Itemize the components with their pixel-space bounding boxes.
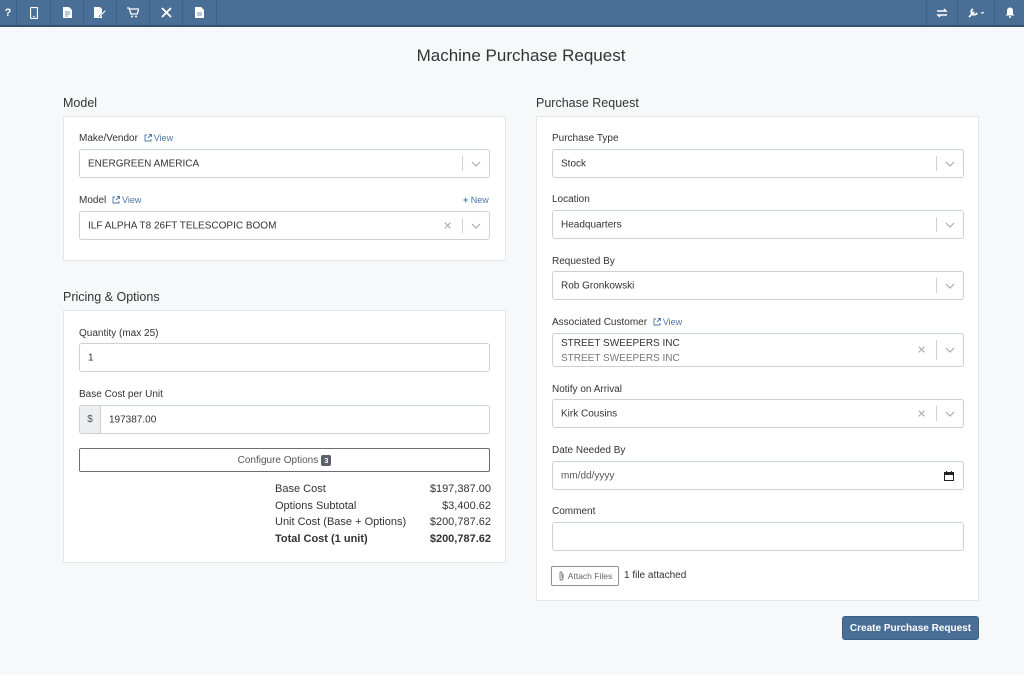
cart-icon[interactable] bbox=[117, 0, 150, 25]
bell-icon[interactable] bbox=[995, 0, 1024, 25]
model-new-text: New bbox=[470, 195, 489, 205]
paperclip-icon bbox=[559, 571, 564, 581]
chevron-down-icon[interactable] bbox=[945, 222, 955, 228]
configure-options-button[interactable]: Configure Options 3 bbox=[79, 448, 490, 472]
chevron-down-icon[interactable] bbox=[945, 347, 955, 353]
make-vendor-value: ENERGREEN AMERICA bbox=[88, 158, 200, 169]
location-select[interactable]: Headquarters bbox=[552, 210, 964, 239]
mobile-icon[interactable] bbox=[17, 0, 51, 25]
requested-by-select[interactable]: Rob Gronkowski bbox=[552, 271, 964, 300]
file-icon[interactable] bbox=[183, 0, 217, 25]
date-placeholder: mm/dd/yyyy bbox=[561, 470, 615, 481]
summary-label: Unit Cost (Base + Options) bbox=[275, 516, 407, 528]
external-link-icon bbox=[653, 318, 661, 326]
date-input[interactable]: mm/dd/yyyy bbox=[552, 461, 964, 490]
tools-icon[interactable] bbox=[150, 0, 183, 25]
notify-select[interactable]: Kirk Cousins ✕ bbox=[552, 399, 964, 428]
edit-document-icon[interactable] bbox=[84, 0, 117, 25]
customer-view-link[interactable]: View bbox=[653, 317, 682, 327]
customer-view-text: View bbox=[662, 317, 683, 327]
base-cost-label: Base Cost per Unit bbox=[79, 389, 163, 400]
base-cost-input[interactable]: $ 197387.00 bbox=[79, 405, 490, 434]
select-divider bbox=[936, 156, 937, 171]
make-vendor-view-text: View bbox=[153, 133, 174, 143]
customer-value: STREET SWEEPERS INC bbox=[561, 338, 680, 349]
location-label: Location bbox=[552, 194, 590, 205]
quantity-value: 1 bbox=[88, 352, 94, 363]
purchase-type-select[interactable]: Stock bbox=[552, 149, 964, 178]
summary-amount: $197,387.00 bbox=[429, 483, 491, 495]
model-select[interactable]: ILF ALPHA T8 26FT TELESCOPIC BOOM ✕ bbox=[79, 211, 490, 240]
summary-amount: $200,787.62 bbox=[429, 516, 491, 528]
model-value: ILF ALPHA T8 26FT TELESCOPIC BOOM bbox=[88, 220, 277, 231]
select-divider bbox=[936, 278, 937, 293]
select-divider bbox=[462, 156, 463, 171]
attach-files-label: Attach Files bbox=[567, 571, 613, 581]
document-icon[interactable] bbox=[51, 0, 84, 25]
quantity-label: Quantity (max 25) bbox=[79, 328, 159, 339]
customer-label-text: Associated Customer bbox=[552, 317, 648, 328]
purchase-type-value: Stock bbox=[561, 158, 587, 169]
summary-label: Options Subtotal bbox=[275, 500, 357, 512]
attachment-count: 1 file attached bbox=[624, 570, 687, 581]
summary-amount: $200,787.62 bbox=[429, 533, 491, 545]
make-vendor-label-text: Make/Vendor bbox=[79, 133, 138, 144]
comment-input[interactable] bbox=[552, 522, 964, 551]
chevron-down-icon[interactable] bbox=[471, 223, 481, 229]
quantity-input[interactable]: 1 bbox=[79, 343, 490, 372]
pricing-section-title: Pricing & Options bbox=[63, 290, 160, 304]
clear-icon[interactable]: ✕ bbox=[443, 219, 452, 232]
model-new-link[interactable]: + New bbox=[463, 195, 489, 205]
clear-icon[interactable]: ✕ bbox=[917, 407, 926, 420]
currency-addon: $ bbox=[80, 406, 101, 433]
base-cost-value: 197387.00 bbox=[109, 414, 157, 425]
help-glyph: ? bbox=[4, 6, 12, 19]
purchase-section-title: Purchase Request bbox=[536, 96, 639, 110]
summary-label: Total Cost (1 unit) bbox=[275, 533, 368, 545]
summary-amount: $3,400.62 bbox=[442, 500, 491, 512]
external-link-icon bbox=[144, 134, 152, 142]
model-view-link[interactable]: View bbox=[112, 195, 141, 205]
select-divider bbox=[936, 340, 937, 360]
customer-label: Associated Customer View bbox=[552, 317, 682, 328]
top-navbar: ? bbox=[0, 0, 1024, 27]
chevron-down-icon[interactable] bbox=[945, 283, 955, 289]
model-label: Model View bbox=[79, 195, 141, 206]
help-icon[interactable]: ? bbox=[0, 0, 17, 25]
comment-label: Comment bbox=[552, 506, 596, 517]
select-divider bbox=[936, 406, 937, 421]
make-vendor-select[interactable]: ENERGREEN AMERICA bbox=[79, 149, 490, 178]
chevron-down-icon[interactable] bbox=[945, 411, 955, 417]
page-title: Machine Purchase Request bbox=[416, 46, 626, 65]
purchase-type-label: Purchase Type bbox=[552, 133, 619, 144]
make-vendor-label: Make/Vendor View bbox=[79, 133, 173, 144]
model-section-title: Model bbox=[63, 96, 98, 110]
customer-subvalue: STREET SWEEPERS INC bbox=[561, 353, 680, 364]
make-vendor-view-link[interactable]: View bbox=[144, 133, 173, 143]
chevron-down-icon[interactable] bbox=[471, 161, 481, 167]
model-view-text: View bbox=[122, 195, 142, 205]
chevron-down-icon[interactable] bbox=[945, 161, 955, 167]
clear-icon[interactable]: ✕ bbox=[917, 344, 926, 357]
configure-options-label: Configure Options bbox=[237, 454, 319, 466]
select-divider bbox=[462, 218, 463, 233]
wrench-icon[interactable] bbox=[958, 0, 995, 25]
notify-label: Notify on Arrival bbox=[552, 384, 623, 395]
options-count-badge: 3 bbox=[321, 454, 332, 466]
date-label: Date Needed By bbox=[552, 445, 626, 456]
summary-label: Base Cost bbox=[275, 483, 326, 495]
create-purchase-request-button[interactable]: Create Purchase Request bbox=[842, 616, 979, 640]
external-link-icon bbox=[112, 196, 120, 204]
notify-value: Kirk Cousins bbox=[561, 408, 618, 419]
location-value: Headquarters bbox=[561, 219, 622, 230]
model-label-text: Model bbox=[79, 195, 107, 206]
plus-icon: + bbox=[463, 195, 469, 205]
requested-by-label: Requested By bbox=[552, 256, 615, 267]
requested-by-value: Rob Gronkowski bbox=[561, 280, 635, 291]
calendar-icon[interactable] bbox=[944, 471, 954, 481]
select-divider bbox=[936, 217, 937, 232]
customer-select[interactable]: STREET SWEEPERS INC STREET SWEEPERS INC … bbox=[552, 333, 964, 367]
attach-files-button[interactable]: Attach Files bbox=[551, 566, 619, 586]
transfer-icon[interactable] bbox=[926, 0, 958, 25]
